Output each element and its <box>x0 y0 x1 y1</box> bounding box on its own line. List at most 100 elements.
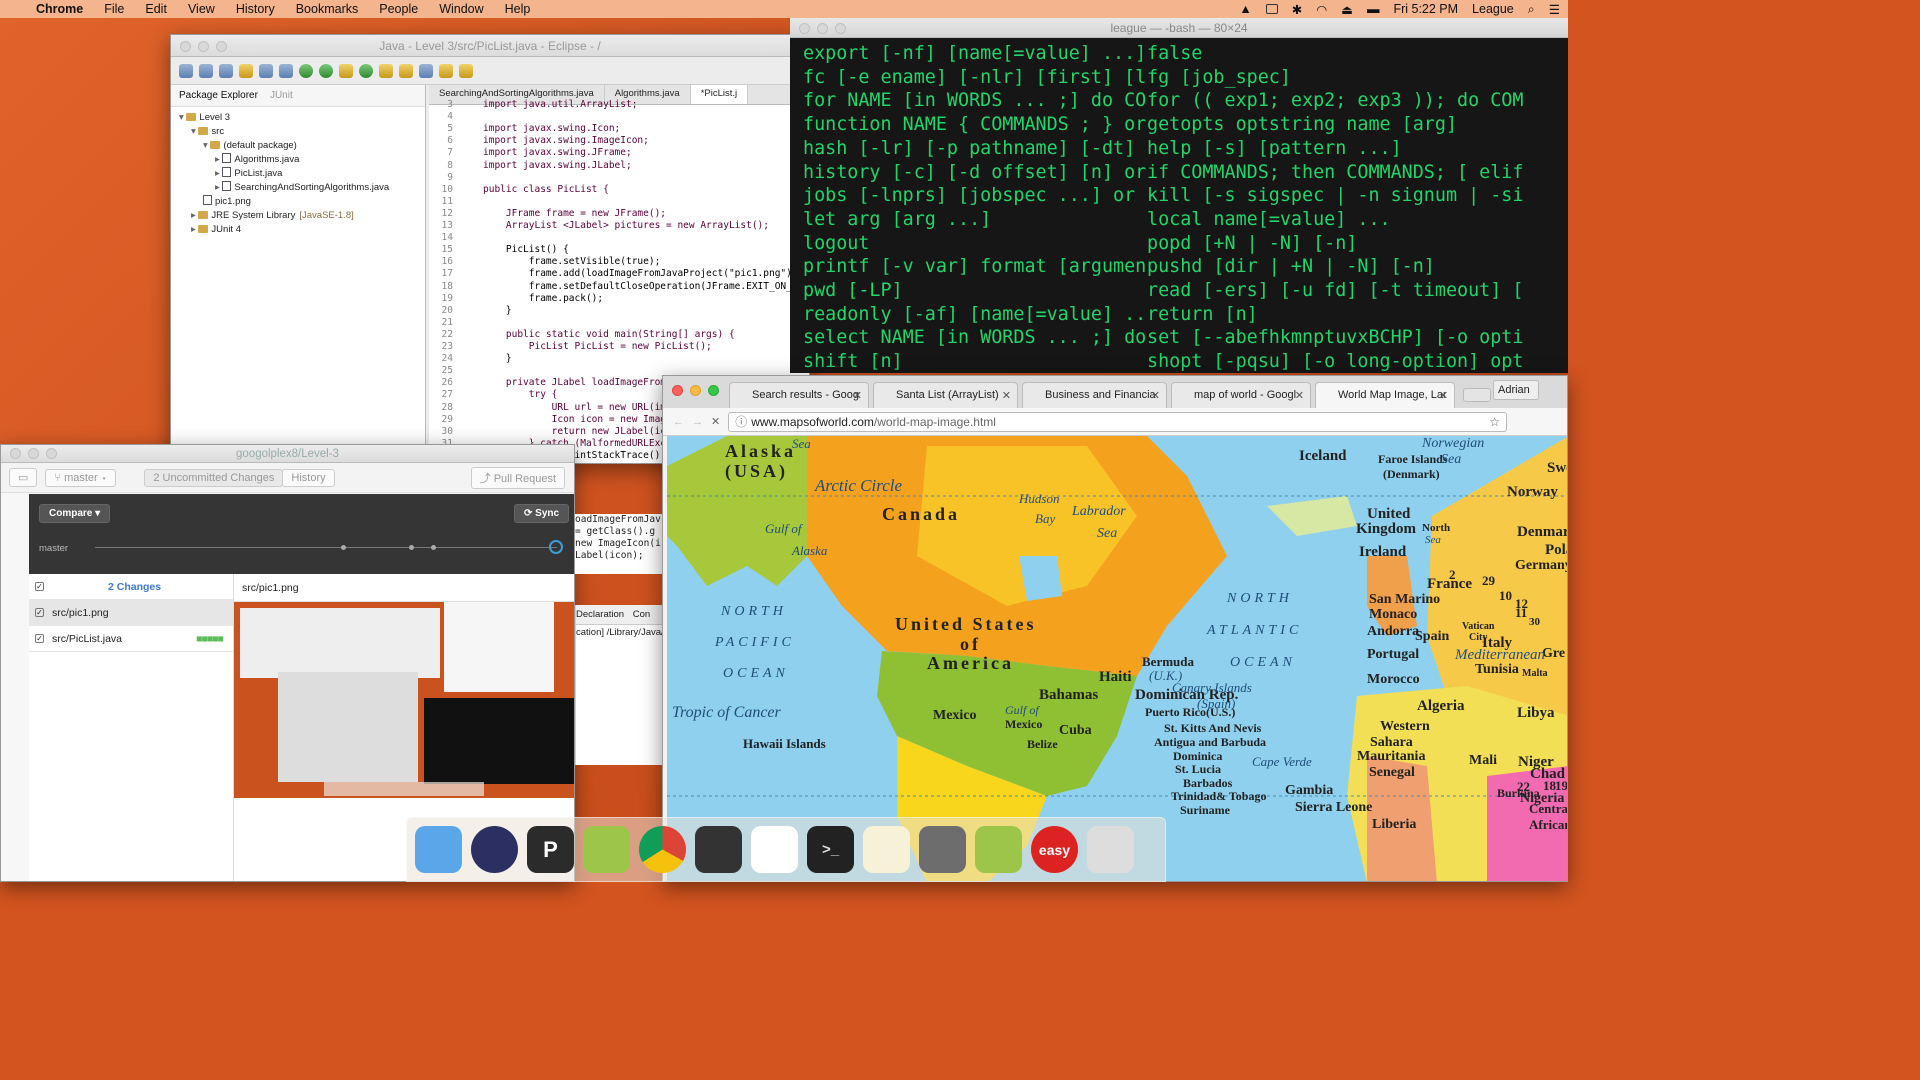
close-button[interactable] <box>180 41 191 52</box>
tab-business[interactable]: Business and Financia ✕ <box>1022 382 1167 408</box>
bluetooth-icon[interactable]: ✱ <box>1292 2 1302 17</box>
menu-help[interactable]: Help <box>505 2 531 16</box>
bookmark-star-icon[interactable]: ☆ <box>1489 413 1500 431</box>
system-preferences-dock-icon[interactable] <box>919 826 966 873</box>
code-line[interactable]: frame.pack(); <box>483 293 603 305</box>
new-icon[interactable] <box>179 63 193 78</box>
external-run-icon[interactable] <box>319 63 333 78</box>
terminal-dock-icon[interactable]: >_ <box>807 826 854 873</box>
tab-map-search[interactable]: map of world - Googl ✕ <box>1171 382 1311 408</box>
sync-button[interactable]: ⟳ Sync <box>514 504 570 523</box>
menu-history[interactable]: History <box>236 2 275 16</box>
new-tab-button[interactable] <box>1463 388 1491 402</box>
expand-arrow-icon[interactable]: ▾ <box>203 140 210 151</box>
expand-arrow-icon[interactable]: ▸ <box>215 168 222 179</box>
close-button[interactable] <box>799 23 810 34</box>
branch-selector[interactable]: ⑂ master ▾ <box>45 468 117 487</box>
menu-window[interactable]: Window <box>439 2 483 16</box>
tree-item[interactable]: ▸ SearchingAndSortingAlgorithms.java <box>179 181 425 195</box>
stop-icon[interactable]: ✕ <box>711 415 720 428</box>
code-line[interactable]: URL url = new URL(image <box>483 402 684 414</box>
close-tab-icon[interactable]: ✕ <box>1295 389 1304 402</box>
tab-console[interactable]: Con <box>633 609 650 620</box>
zoom-button[interactable] <box>216 41 227 52</box>
tree-item[interactable]: ▾ (default package) <box>179 139 425 153</box>
code-line[interactable]: import javax.swing.JLabel; <box>483 160 632 172</box>
commit-dot[interactable] <box>341 545 346 550</box>
display-icon[interactable] <box>1265 4 1278 14</box>
commit-dot[interactable] <box>409 545 414 550</box>
tab-package-explorer[interactable]: Package Explorer <box>179 90 258 101</box>
code-line[interactable]: } <box>483 353 512 365</box>
expand-arrow-icon[interactable]: ▸ <box>191 224 198 235</box>
tree-item[interactable]: ▸ JUnit 4 <box>179 223 425 237</box>
tab-search-results[interactable]: Search results - Goog ✕ <box>729 382 869 408</box>
code-line[interactable]: return new JLabel(icon); <box>483 426 689 438</box>
pen-icon[interactable] <box>239 63 253 78</box>
zoom-button[interactable] <box>708 385 719 396</box>
menu-edit[interactable]: Edit <box>145 2 167 16</box>
user-name[interactable]: League <box>1472 2 1514 16</box>
code-line[interactable]: import java.util.ArrayList; <box>483 99 637 111</box>
editor-tab[interactable]: *PicList.j <box>690 85 749 104</box>
expand-arrow-icon[interactable]: ▸ <box>191 210 198 221</box>
refresh-icon[interactable] <box>359 63 373 78</box>
menu-file[interactable]: File <box>104 2 124 16</box>
tree-item[interactable]: ▾ src <box>179 125 425 139</box>
minimize-button[interactable] <box>817 23 828 34</box>
zoom-button[interactable] <box>835 23 846 34</box>
search-icon[interactable]: ⌕ <box>1528 2 1535 17</box>
forward-icon[interactable] <box>459 63 473 78</box>
tree-item[interactable]: ▸ JRE System Library [JavaSE-1.8] <box>179 209 425 223</box>
tree-item[interactable]: ▸ Algorithms.java <box>179 153 425 167</box>
menu-bookmarks[interactable]: Bookmarks <box>296 2 359 16</box>
pull-request-button[interactable]: ⤴ Pull Request <box>470 466 566 489</box>
back-icon[interactable] <box>439 63 453 78</box>
print-icon[interactable] <box>219 63 233 78</box>
easy-dock-icon[interactable]: easy <box>1031 826 1078 873</box>
tab-santa-list[interactable]: Santa List (ArrayList) ✕ <box>873 382 1018 408</box>
tree-item[interactable]: ▸ PicList.java <box>179 167 425 181</box>
close-tab-icon[interactable]: ✕ <box>1439 389 1448 402</box>
file-checkbox[interactable]: ✓ <box>35 608 44 617</box>
save-icon[interactable] <box>199 63 213 78</box>
changed-file[interactable]: src/PicList.java <box>52 633 122 645</box>
menu-view[interactable]: View <box>188 2 215 16</box>
run-icon[interactable] <box>299 63 313 78</box>
menu-people[interactable]: People <box>379 2 418 16</box>
code-line[interactable]: private JLabel loadImageFromThe <box>483 377 683 389</box>
code-line[interactable]: frame.setDefaultCloseOperation(JFrame.EX… <box>483 281 809 293</box>
tree-item[interactable]: ▾ Level 3 <box>179 111 425 125</box>
expand-arrow-icon[interactable]: ▾ <box>191 126 198 137</box>
clock[interactable]: Fri 5:22 PM <box>1393 2 1458 16</box>
eject-icon[interactable]: ⏏ <box>1341 2 1353 17</box>
flag-icon[interactable]: ▬ <box>1367 2 1380 16</box>
compare-button[interactable]: Compare ▾ <box>39 504 111 523</box>
annotation-icon[interactable] <box>419 63 433 78</box>
back-icon[interactable]: ← <box>673 416 684 428</box>
debug-icon[interactable] <box>279 63 293 78</box>
terminal-output[interactable]: export [-nf] [name[=value] ...] or false f… <box>790 38 1568 373</box>
minimize-button[interactable] <box>198 41 209 52</box>
tab-junit[interactable]: JUnit <box>270 90 293 101</box>
code-line[interactable]: import javax.swing.ImageIcon; <box>483 135 649 147</box>
code-line[interactable]: } <box>483 305 512 317</box>
menu-app-name[interactable]: Chrome <box>36 2 83 16</box>
code-line[interactable]: Icon icon = new ImageIc <box>483 414 684 426</box>
info-icon[interactable]: ⓘ <box>735 413 747 431</box>
head-commit-dot[interactable] <box>549 540 563 554</box>
minimize-button[interactable] <box>690 385 701 396</box>
wifi-icon[interactable]: ◠ <box>1316 2 1327 17</box>
code-line[interactable]: PicList() { <box>483 244 569 256</box>
profile-button[interactable]: Adrian <box>1493 380 1539 400</box>
open-type-icon[interactable] <box>379 63 393 78</box>
code-line[interactable]: import javax.swing.JFrame; <box>483 147 632 159</box>
changed-file[interactable]: src/pic1.png <box>52 607 109 619</box>
address-bar[interactable]: ⓘ www.mapsofworld.com/world-map-image.ht… <box>728 411 1507 432</box>
notification-center-icon[interactable]: ☰ <box>1549 2 1560 17</box>
select-all-checkbox[interactable]: ✓ <box>35 582 44 591</box>
search-icon[interactable] <box>399 63 413 78</box>
expand-arrow-icon[interactable]: ▸ <box>215 154 222 165</box>
tab-uncommitted-changes[interactable]: 2 Uncommitted Changes <box>144 468 284 487</box>
tree-item[interactable]: pic1.png <box>179 195 425 209</box>
